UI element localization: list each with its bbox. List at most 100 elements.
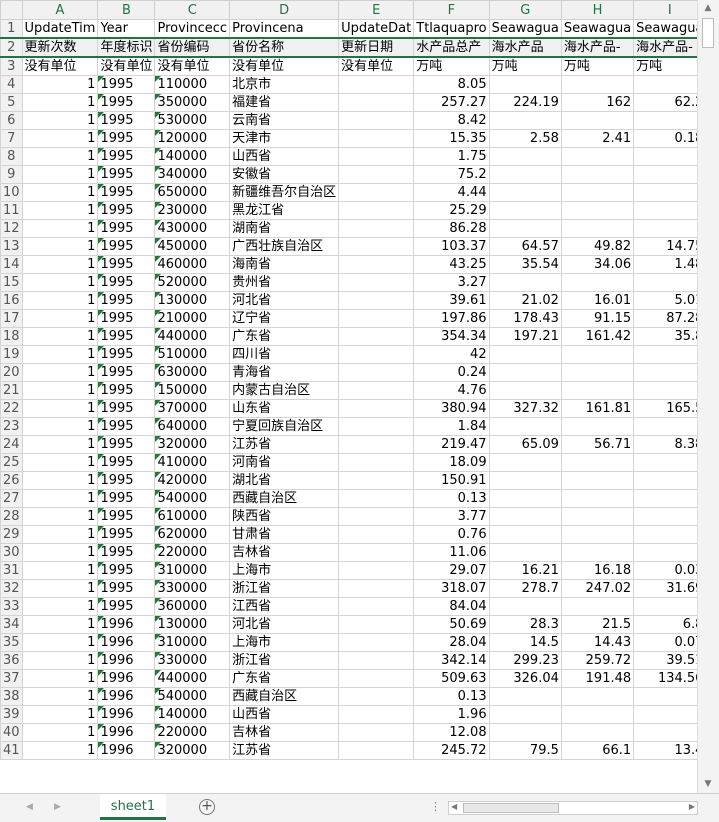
data-cell[interactable]: 130000 xyxy=(154,615,231,634)
data-cell[interactable]: 42 xyxy=(413,345,490,364)
data-cell[interactable]: 江苏省 xyxy=(229,741,340,760)
data-cell[interactable]: 1995 xyxy=(97,435,156,454)
data-cell[interactable]: 1996 xyxy=(97,687,156,706)
data-cell[interactable]: 220000 xyxy=(154,543,231,562)
row-header[interactable]: 2 xyxy=(0,37,23,58)
data-cell[interactable] xyxy=(633,219,697,238)
row-header[interactable]: 5 xyxy=(0,93,23,112)
data-cell[interactable]: 1 xyxy=(21,399,99,418)
data-cell[interactable]: 8.05 xyxy=(413,75,490,94)
data-cell[interactable] xyxy=(338,597,415,616)
data-cell[interactable]: 1 xyxy=(21,345,99,364)
data-cell[interactable]: 1995 xyxy=(97,273,156,292)
data-cell[interactable]: 320000 xyxy=(154,435,231,454)
data-cell[interactable]: 1995 xyxy=(97,111,156,130)
data-cell[interactable] xyxy=(338,651,415,670)
data-cell[interactable]: 8.38 xyxy=(633,435,697,454)
data-cell[interactable] xyxy=(633,723,697,742)
data-cell[interactable]: 1.48 xyxy=(633,255,697,274)
header-cell[interactable]: 万吨 xyxy=(633,56,697,76)
header-cell[interactable]: Provincena xyxy=(229,19,340,39)
data-cell[interactable] xyxy=(633,525,697,544)
data-cell[interactable]: 1 xyxy=(21,291,99,310)
data-cell[interactable] xyxy=(338,327,415,346)
data-cell[interactable]: 福建省 xyxy=(229,93,340,112)
row-header[interactable]: 25 xyxy=(0,453,23,472)
sheet-tab-sheet1[interactable]: sheet1 xyxy=(100,794,166,820)
data-cell[interactable]: 224.19 xyxy=(488,93,562,112)
data-cell[interactable]: 1 xyxy=(21,75,99,94)
data-cell[interactable]: 35.54 xyxy=(488,255,562,274)
data-cell[interactable] xyxy=(633,705,697,724)
data-cell[interactable]: 1 xyxy=(21,633,99,652)
data-cell[interactable] xyxy=(633,75,697,94)
header-cell[interactable]: 水产品总产 xyxy=(413,37,490,58)
data-cell[interactable]: 62.2 xyxy=(633,93,697,112)
data-cell[interactable]: 0.24 xyxy=(413,363,490,382)
data-cell[interactable] xyxy=(560,705,635,724)
data-cell[interactable]: 1 xyxy=(21,165,99,184)
data-cell[interactable] xyxy=(560,201,635,220)
row-header[interactable]: 10 xyxy=(0,183,23,202)
data-cell[interactable]: 陕西省 xyxy=(229,507,340,526)
data-cell[interactable] xyxy=(560,417,635,436)
data-cell[interactable]: 1995 xyxy=(97,561,156,580)
data-cell[interactable]: 39.61 xyxy=(413,291,490,310)
data-cell[interactable]: 8.42 xyxy=(413,111,490,130)
data-cell[interactable] xyxy=(633,273,697,292)
row-header[interactable]: 37 xyxy=(0,669,23,688)
data-cell[interactable]: 1 xyxy=(21,615,99,634)
data-cell[interactable]: 245.72 xyxy=(413,741,490,760)
data-cell[interactable] xyxy=(488,507,562,526)
data-cell[interactable]: 18.09 xyxy=(413,453,490,472)
data-cell[interactable]: 197.21 xyxy=(488,327,562,346)
data-cell[interactable] xyxy=(338,561,415,580)
data-cell[interactable]: 430000 xyxy=(154,219,231,238)
data-cell[interactable]: 0.13 xyxy=(413,489,490,508)
data-cell[interactable] xyxy=(560,453,635,472)
data-cell[interactable]: 河北省 xyxy=(229,615,340,634)
data-cell[interactable] xyxy=(560,723,635,742)
data-cell[interactable]: 0.76 xyxy=(413,525,490,544)
data-cell[interactable] xyxy=(488,597,562,616)
data-cell[interactable] xyxy=(560,507,635,526)
data-cell[interactable]: 1995 xyxy=(97,255,156,274)
data-cell[interactable]: 海南省 xyxy=(229,255,340,274)
data-cell[interactable] xyxy=(338,417,415,436)
data-cell[interactable]: 0.03 xyxy=(633,561,697,580)
data-cell[interactable]: 1 xyxy=(21,237,99,256)
data-cell[interactable] xyxy=(338,471,415,490)
data-cell[interactable] xyxy=(633,507,697,526)
row-header[interactable]: 8 xyxy=(0,147,23,166)
data-cell[interactable] xyxy=(338,435,415,454)
data-cell[interactable] xyxy=(633,417,697,436)
row-header[interactable]: 33 xyxy=(0,597,23,616)
data-cell[interactable]: 354.34 xyxy=(413,327,490,346)
row-header[interactable]: 22 xyxy=(0,399,23,418)
data-cell[interactable]: 1996 xyxy=(97,633,156,652)
data-cell[interactable] xyxy=(560,597,635,616)
data-cell[interactable]: 浙江省 xyxy=(229,651,340,670)
data-cell[interactable] xyxy=(488,471,562,490)
data-cell[interactable]: 327.32 xyxy=(488,399,562,418)
data-cell[interactable]: 140000 xyxy=(154,147,231,166)
header-cell[interactable]: 没有单位 xyxy=(154,56,231,76)
data-cell[interactable]: 161.81 xyxy=(560,399,635,418)
data-cell[interactable]: 12.08 xyxy=(413,723,490,742)
data-cell[interactable]: 1 xyxy=(21,687,99,706)
data-cell[interactable]: 79.5 xyxy=(488,741,562,760)
data-cell[interactable]: 天津市 xyxy=(229,129,340,148)
data-cell[interactable] xyxy=(560,687,635,706)
data-cell[interactable] xyxy=(338,165,415,184)
header-cell[interactable]: 海水产品- xyxy=(633,37,697,58)
data-cell[interactable]: 山东省 xyxy=(229,399,340,418)
data-cell[interactable] xyxy=(560,363,635,382)
data-cell[interactable] xyxy=(338,669,415,688)
data-cell[interactable] xyxy=(560,75,635,94)
row-header[interactable]: 20 xyxy=(0,363,23,382)
data-cell[interactable] xyxy=(338,633,415,652)
data-cell[interactable] xyxy=(338,273,415,292)
data-cell[interactable] xyxy=(560,345,635,364)
data-cell[interactable]: 110000 xyxy=(154,75,231,94)
header-cell[interactable]: Seawagua xyxy=(633,19,697,39)
